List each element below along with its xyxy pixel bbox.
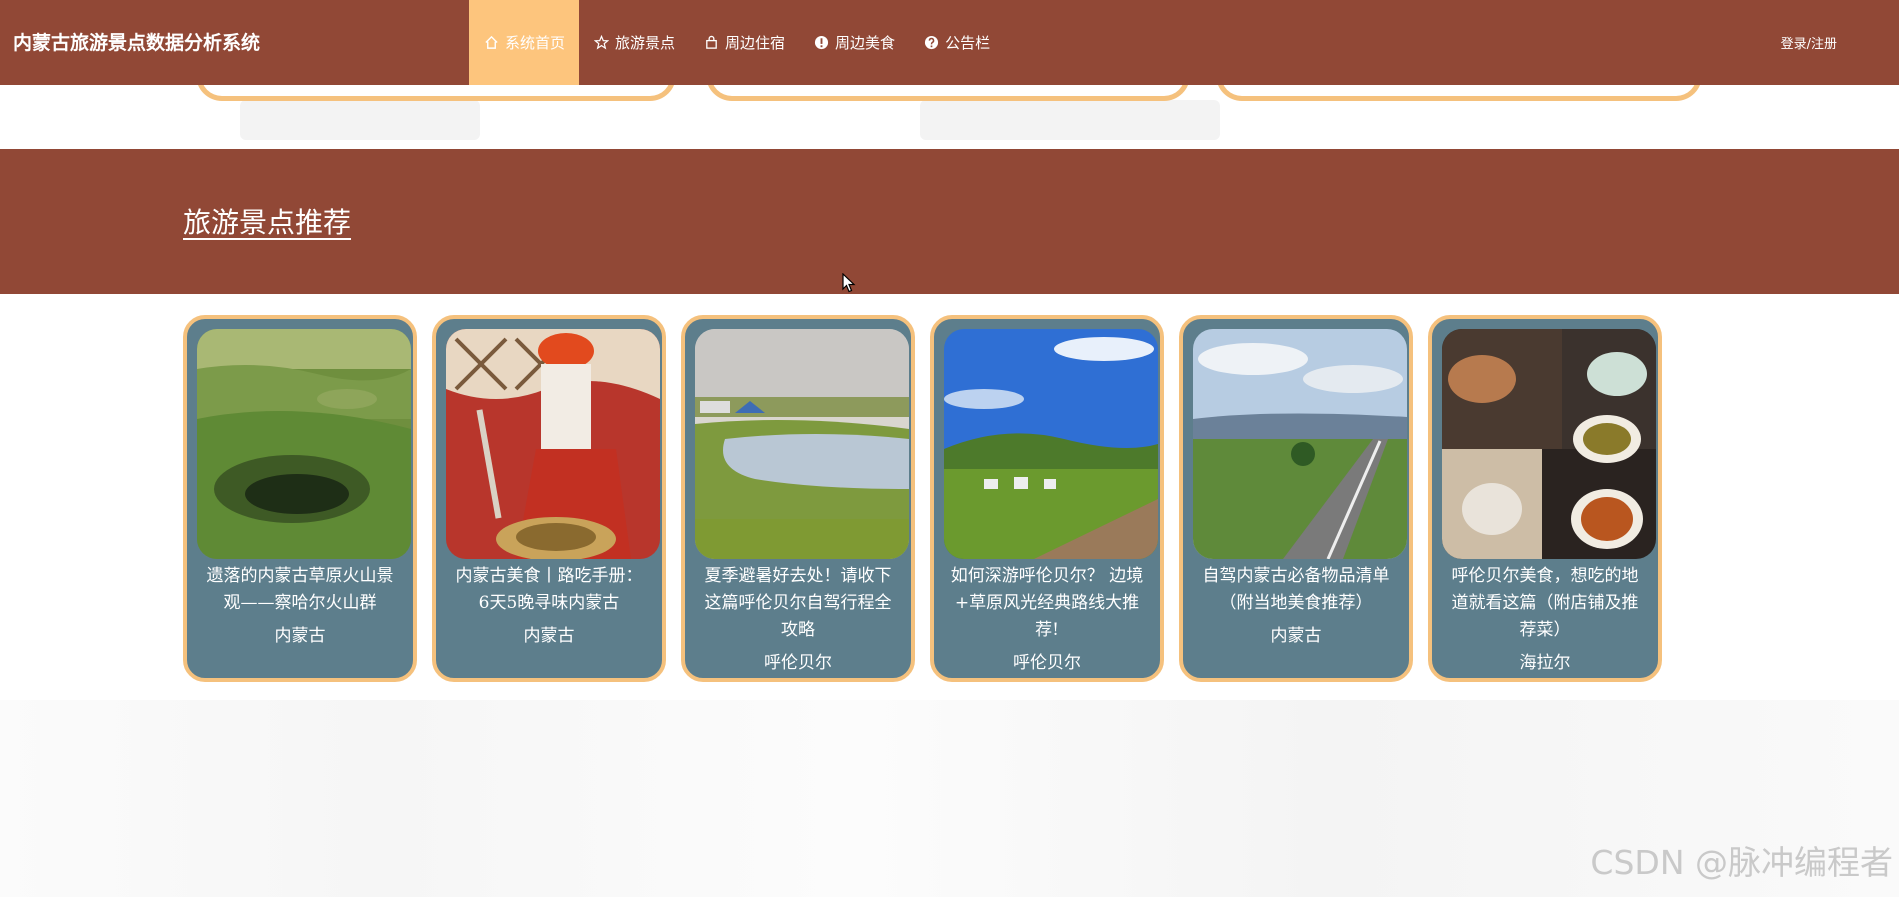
card-location: 内蒙古 [274,626,326,646]
login-register-link[interactable]: 登录/注册 [1781,33,1837,52]
card-location: 呼伦贝尔 [1013,653,1081,673]
star-icon [593,35,609,51]
help-icon [923,35,939,51]
attraction-card[interactable]: 如何深游呼伦贝尔？ 边境+草原风光经典路线大推荐! 呼伦贝尔 [930,315,1164,682]
nav-item-label: 公告栏 [945,34,991,52]
attraction-card[interactable]: 自驾内蒙古必备物品清单（附当地美食推荐） 内蒙古 [1179,315,1413,682]
section-title[interactable]: 旅游景点推荐 [183,201,351,241]
site-title: 内蒙古旅游景点数据分析系统 [13,32,261,54]
top-navbar: 内蒙古旅游景点数据分析系统 系统首页 旅游景点 周边住宿 周边美食 公告栏 登录… [0,0,1899,85]
nav-item-lodging[interactable]: 周边住宿 [689,0,799,85]
home-icon [483,35,499,51]
card-location: 海拉尔 [1519,653,1571,673]
nav-item-attractions[interactable]: 旅游景点 [579,0,689,85]
card-image-volcano [197,329,411,559]
card-title: 如何深游呼伦贝尔？ 边境+草原风光经典路线大推荐! [950,566,1144,640]
attraction-card[interactable]: 呼伦贝尔美食，想吃的地道就看这篇（附店铺及推荐菜） 海拉尔 [1428,315,1662,682]
card-image-hulunbuir-food [1442,329,1656,559]
attraction-card[interactable]: 夏季避暑好去处！请收下这篇呼伦贝尔自驾行程全攻略 呼伦贝尔 [681,315,915,682]
nav-item-label: 系统首页 [505,34,566,52]
attraction-card[interactable]: 遗落的内蒙古草原火山景观——察哈尔火山群 内蒙古 [183,315,417,682]
card-title: 内蒙古美食丨路吃手册：6天5晚寻味内蒙古 [455,566,643,613]
nav-item-label: 旅游景点 [615,34,676,52]
nav-item-label: 周边美食 [835,34,896,52]
mouse-cursor-icon [842,272,856,297]
watermark: CSDN @脉冲编程者 [1590,843,1893,882]
nav-item-label: 周边住宿 [725,34,786,52]
attraction-card-list: 遗落的内蒙古草原火山景观——察哈尔火山群 内蒙古 内蒙古美食丨路吃手册：6天5晚… [183,315,1662,682]
card-image-grassland-road [944,329,1158,559]
background-ghost [240,100,480,140]
background-ghost [920,100,1220,140]
card-location: 内蒙古 [523,626,575,646]
nav-item-notices[interactable]: 公告栏 [909,0,1004,85]
nav-item-food[interactable]: 周边美食 [799,0,909,85]
section-banner: 旅游景点推荐 [0,149,1899,294]
card-image-highway [1193,329,1407,559]
card-image-mongolian-food [446,329,660,559]
card-location: 内蒙古 [1270,626,1322,646]
info-icon [813,35,829,51]
nav-item-home[interactable]: 系统首页 [469,0,580,85]
main-nav: 系统首页 旅游景点 周边住宿 周边美食 公告栏 [469,0,1004,85]
attraction-card[interactable]: 内蒙古美食丨路吃手册：6天5晚寻味内蒙古 内蒙古 [432,315,666,682]
bag-icon [703,35,719,51]
card-title: 自驾内蒙古必备物品清单（附当地美食推荐） [1202,566,1390,613]
card-location: 呼伦贝尔 [764,653,832,673]
card-title: 夏季避暑好去处！请收下这篇呼伦贝尔自驾行程全攻略 [704,566,892,640]
card-title: 遗落的内蒙古草原火山景观——察哈尔火山群 [206,566,394,613]
card-image-lake-camp [695,329,909,559]
card-title: 呼伦贝尔美食，想吃的地道就看这篇（附店铺及推荐菜） [1451,566,1639,640]
